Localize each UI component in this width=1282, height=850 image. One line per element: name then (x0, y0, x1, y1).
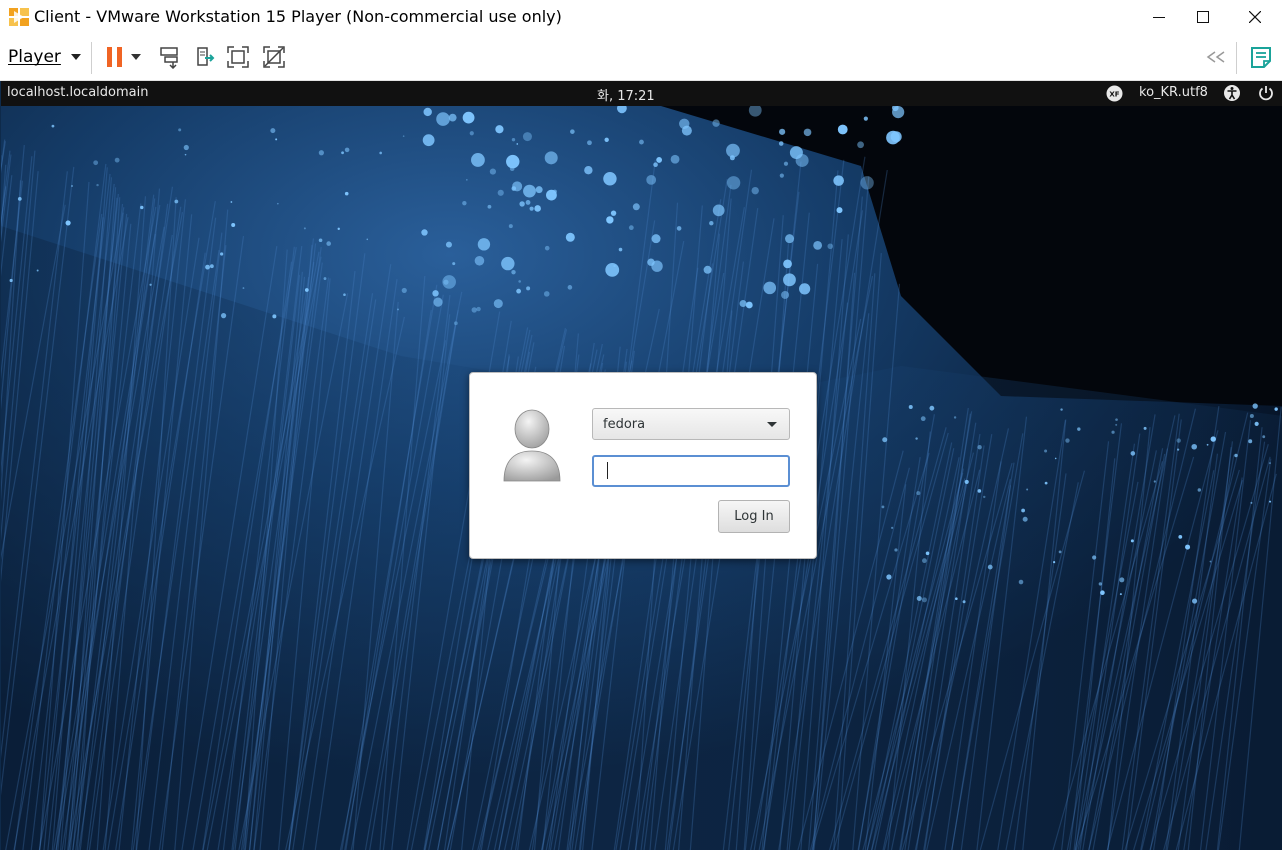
close-button[interactable] (1232, 0, 1278, 34)
removable-devices-icon (197, 47, 215, 66)
login-dialog: fedora Log In (469, 372, 817, 559)
power-options-dropdown[interactable] (126, 42, 146, 72)
maximize-button[interactable] (1180, 0, 1226, 34)
accessibility-icon[interactable] (1223, 84, 1241, 102)
user-select-dropdown[interactable]: fedora (592, 408, 790, 440)
gnome-top-bar: localhost.localdomain 화, 17:21 XF ko_KR.… (1, 81, 1282, 106)
dropdown-arrow-icon (131, 54, 141, 60)
collapse-icon (1206, 51, 1225, 63)
unity-button[interactable] (259, 42, 289, 72)
minimize-button[interactable] (1136, 0, 1182, 34)
guest-display[interactable]: localhost.localdomain 화, 17:21 XF ko_KR.… (0, 81, 1282, 850)
user-avatar-icon (503, 409, 561, 482)
collapse-button[interactable] (1201, 42, 1231, 72)
chevron-down-icon (767, 422, 777, 427)
hostname-label: localhost.localdomain (7, 85, 149, 100)
unity-icon (263, 46, 285, 68)
close-icon (1249, 11, 1261, 23)
selected-user-label: fedora (603, 417, 646, 432)
toolbar-divider (1236, 42, 1237, 74)
locale-label[interactable]: ko_KR.utf8 (1139, 85, 1208, 100)
power-icon[interactable] (1257, 84, 1275, 102)
maximize-icon (1197, 11, 1209, 23)
clock-label[interactable]: 화, 17:21 (597, 85, 655, 104)
notes-button[interactable] (1246, 42, 1276, 72)
chevron-down-icon (70, 54, 81, 60)
player-menu[interactable]: Player (8, 44, 81, 70)
vmware-player-icon (9, 8, 29, 26)
password-input[interactable] (592, 455, 790, 487)
player-menu-label: Player (8, 47, 61, 67)
svg-text:XF: XF (1109, 91, 1119, 99)
fullscreen-button[interactable] (223, 42, 253, 72)
removable-devices-button[interactable] (190, 42, 220, 72)
send-ctrl-alt-del-button[interactable] (155, 42, 185, 72)
minimize-icon (1153, 17, 1165, 18)
text-cursor (607, 462, 608, 479)
window-title: Client - VMware Workstation 15 Player (N… (34, 7, 562, 26)
log-in-button[interactable]: Log In (718, 500, 790, 533)
toolbar-divider (91, 42, 92, 74)
pause-icon (107, 47, 122, 67)
window-titlebar: Client - VMware Workstation 15 Player (N… (0, 0, 1282, 34)
notes-icon (1251, 47, 1271, 68)
send-ctrl-alt-del-icon (160, 47, 178, 69)
xf-input-icon[interactable]: XF (1106, 85, 1123, 102)
fullscreen-icon (227, 46, 249, 68)
player-toolbar: Player (0, 34, 1282, 81)
